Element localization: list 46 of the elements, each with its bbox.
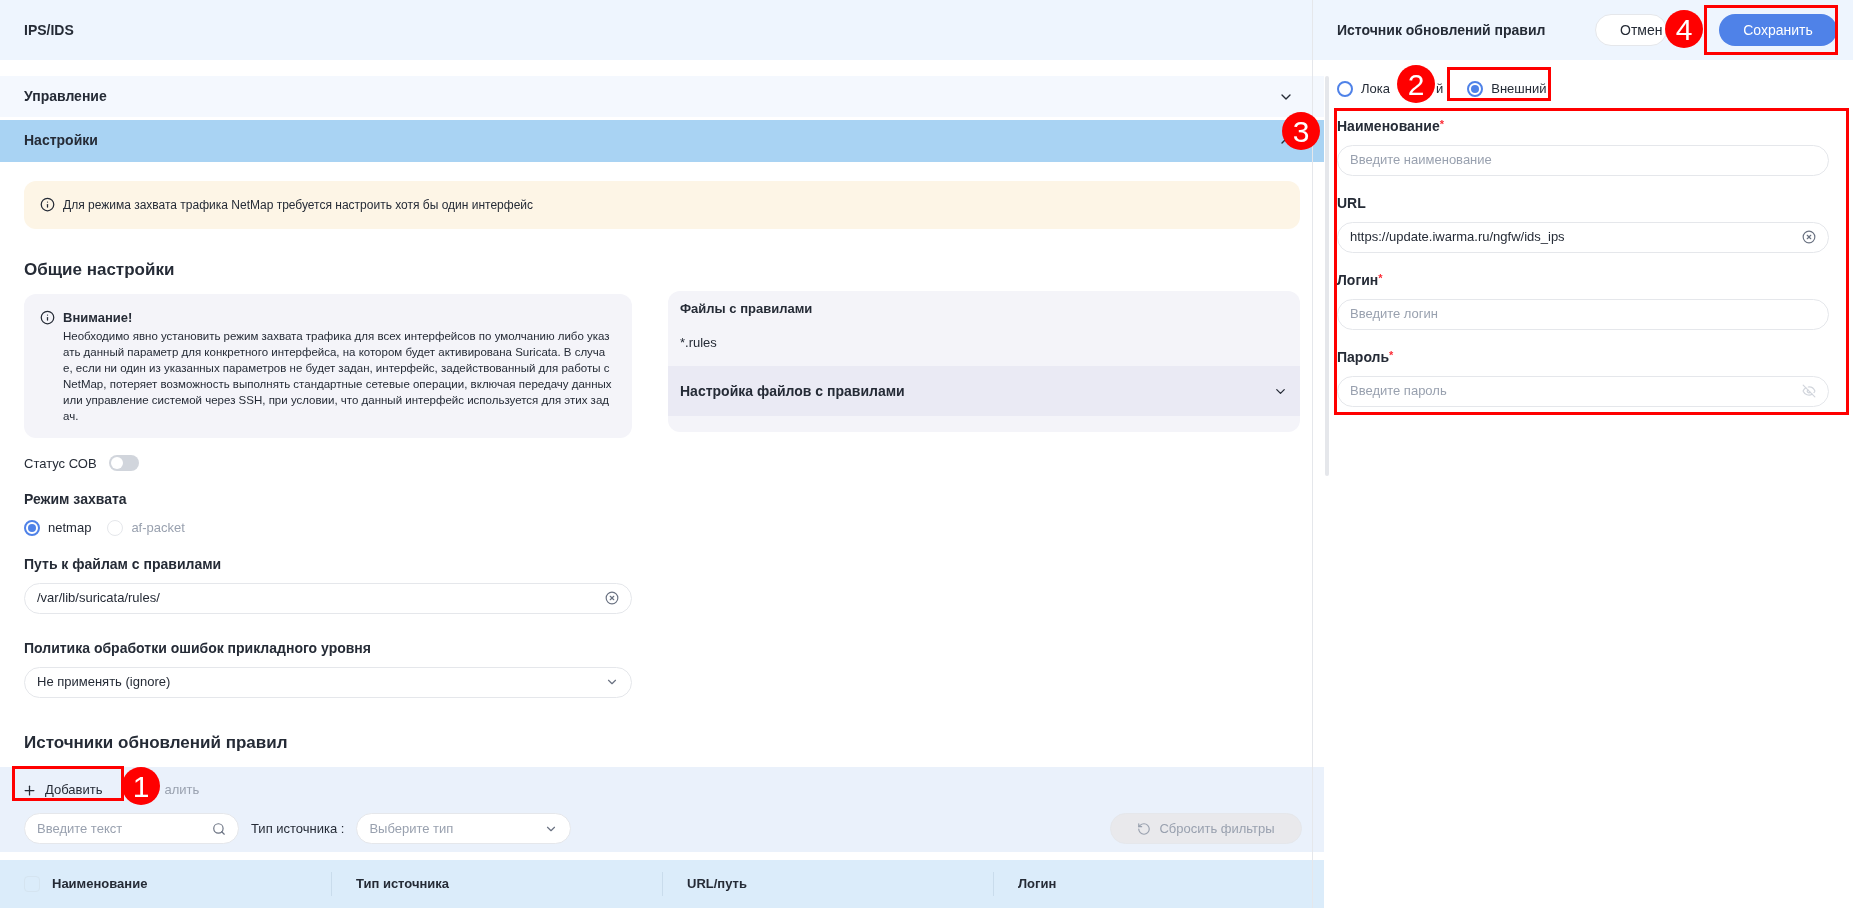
field-label: URL bbox=[1337, 193, 1367, 213]
drawer-title: Источник обновлений правил bbox=[1337, 20, 1546, 40]
search-icon bbox=[212, 821, 226, 836]
column-header: URL/путь bbox=[687, 875, 747, 894]
section-heading: Общие настройки bbox=[24, 258, 176, 281]
card-title: Файлы с правилами bbox=[679, 300, 814, 319]
field-label: Логин* bbox=[1337, 270, 1384, 290]
radio-button[interactable] bbox=[1467, 80, 1484, 97]
save-button[interactable]: Сохранить bbox=[1719, 14, 1837, 46]
hidden-eye-icon bbox=[1802, 384, 1816, 398]
radio-button[interactable] bbox=[24, 519, 40, 536]
field-label: Политика обработки ошибок прикладного уровня bbox=[24, 638, 372, 658]
info-icon bbox=[40, 197, 55, 213]
clear-icon bbox=[605, 591, 619, 606]
column-header: Логин bbox=[1018, 875, 1057, 894]
section-header[interactable]: Управление bbox=[0, 76, 1324, 118]
radio-label: Лока bbox=[1361, 80, 1390, 98]
field-label: Режим захвата bbox=[24, 490, 128, 510]
radio-label: Внешний bbox=[1491, 80, 1547, 98]
radio-label: й bbox=[1435, 80, 1444, 98]
clear-icon bbox=[1802, 230, 1816, 244]
rule-files-value: *.rules bbox=[679, 333, 718, 352]
step-badge: 2 bbox=[1397, 65, 1435, 103]
info-icon bbox=[40, 310, 55, 326]
radio-label: af-packet bbox=[131, 519, 185, 538]
radio-button[interactable] bbox=[1337, 80, 1353, 97]
column-header: Наименование bbox=[52, 875, 148, 894]
warning-text: Необходимо явно установить режим захвата трафика для всех интерфейсов по умолчанию либо указать данный параметр для конкретного интерфейса, на котором будет активирована Suricata. В случае, если ни один из указанных параметров не будет задан, интерфейс, задействованный для работы с NetMap, потеряет возможность выполнять стандартные сетевые операции, включая передачу данных или управление системой через SSH, при условии, что данный интерфейс используется для этих задач. bbox=[63, 328, 613, 424]
field-label: Наименование* bbox=[1337, 116, 1445, 136]
filter-label: Тип источника : bbox=[251, 819, 345, 838]
status-label: Статус СОВ bbox=[24, 454, 97, 473]
radio-label: netmap bbox=[48, 519, 92, 538]
section-heading: Источники обновлений правил bbox=[24, 731, 289, 754]
field-label: Пароль* bbox=[1337, 347, 1395, 367]
field-label: Путь к файлам с правилами bbox=[24, 554, 223, 574]
add-button[interactable]: Добавить bbox=[14, 775, 111, 806]
warning-title: Внимание! bbox=[63, 309, 134, 328]
page-title: IPS/IDS bbox=[24, 20, 74, 40]
reset-icon bbox=[1137, 821, 1152, 836]
rule-settings-header[interactable]: Настройка файлов с правилами bbox=[668, 366, 1300, 417]
notice-text: Для режима захвата трафика NetMap требуется настроить хотя бы один интерфейс bbox=[63, 196, 534, 214]
toggle-switch[interactable] bbox=[108, 455, 139, 472]
plus-icon bbox=[22, 782, 37, 798]
input-field[interactable]: https://update.iwarma.ru/ngfw/ids_ips bbox=[1337, 221, 1829, 253]
cancel-button[interactable]: Отмен bbox=[1595, 14, 1667, 46]
column-header: Тип источника bbox=[356, 875, 450, 894]
